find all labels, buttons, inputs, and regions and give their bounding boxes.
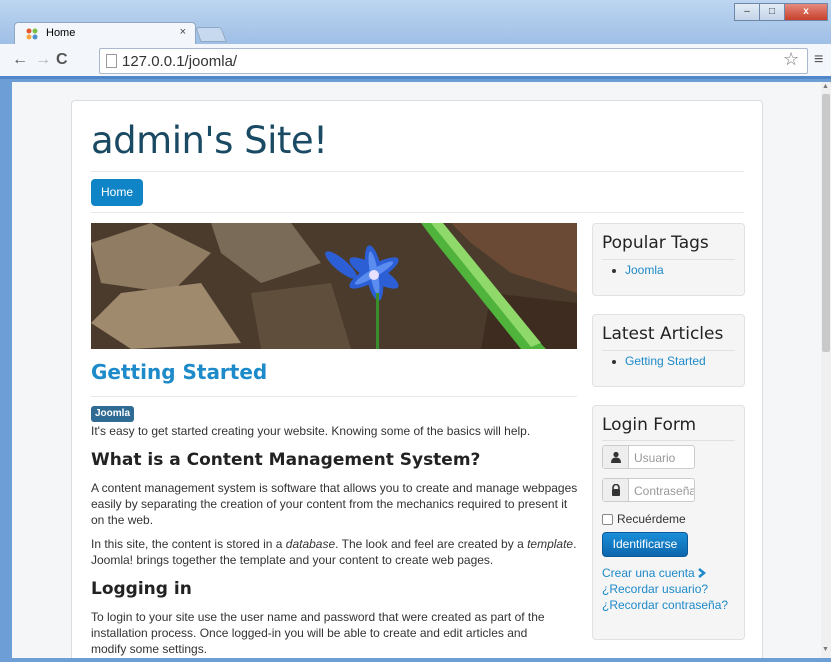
vertical-scrollbar[interactable]: ▲ ▼ [821,82,831,658]
remember-me-label[interactable]: Recuérdeme [617,512,686,526]
login-submit-button[interactable]: Identificarse [602,532,688,557]
nav-home-button[interactable]: Home [91,179,143,206]
paragraph-login: To login to your site use the user name … [91,610,545,656]
forgot-username-link[interactable]: ¿Recordar usuario? [602,582,708,596]
bookmark-star-icon[interactable]: ☆ [783,49,799,70]
article-intro: It's easy to get started creating your w… [91,424,531,438]
login-form-module: Login Form Usuario Contraseña Recuérdeme… [592,405,745,640]
browser-menu-icon[interactable]: ≡ [814,51,823,69]
username-field[interactable]: Usuario [602,445,695,469]
heading-logging-in: Logging in [91,579,192,599]
browser-tab[interactable]: Home × [14,22,196,44]
latest-article-link[interactable]: Getting Started [625,354,706,368]
list-bullet [612,360,616,364]
login-form-title: Login Form [602,415,697,435]
tag-badge[interactable]: Joomla [91,406,135,422]
create-account-link[interactable]: Crear una cuenta [602,566,707,580]
tab-title: Home [46,27,76,39]
latest-articles-module: Latest Articles Getting Started [592,314,745,387]
article-divider [91,396,577,397]
popular-tags-module: Popular Tags Joomla [592,223,745,296]
maximize-button[interactable]: □ [759,3,785,21]
username-placeholder: Usuario [634,451,676,465]
page-viewport: admin's Site! Home Getting Started Jooml… [12,82,821,658]
latest-articles-title: Latest Articles [602,324,724,344]
address-bar[interactable]: 127.0.0.1/joomla/ [99,48,808,74]
module-divider [602,440,735,441]
tab-close-icon[interactable]: × [180,26,186,38]
new-tab-button[interactable] [195,27,227,42]
password-field[interactable]: Contraseña [602,478,695,502]
minimize-button[interactable]: – [734,3,760,21]
scroll-up-arrow-icon[interactable]: ▲ [822,83,829,90]
popular-tags-title: Popular Tags [602,233,709,253]
list-bullet [612,269,616,273]
site-title[interactable]: admin's Site! [91,119,328,162]
lock-icon [603,479,629,501]
hero-image [91,223,577,349]
header-divider [91,171,744,172]
forgot-password-link[interactable]: ¿Recordar contraseña? [602,598,728,612]
browser-titlebar: Home × – □ x [0,0,831,44]
scrollbar-thumb[interactable] [822,94,830,352]
reload-icon[interactable]: C [56,52,68,68]
scroll-down-arrow-icon[interactable]: ▼ [822,646,829,653]
module-divider [602,259,735,260]
heading-cms: What is a Content Management System? [91,450,481,470]
window-controls: – □ x [734,3,828,21]
article-title[interactable]: Getting Started [91,360,267,384]
back-arrow-icon[interactable]: ← [12,52,28,68]
module-divider [602,350,735,351]
user-icon [603,446,629,468]
tag-link-joomla[interactable]: Joomla [625,263,664,277]
forward-arrow-icon[interactable]: → [35,52,51,68]
paragraph-database: In this site, the content is stored in a… [91,537,577,567]
browser-toolbar: ← → C 127.0.0.1/joomla/ ☆ ≡ [0,44,831,79]
remember-me-checkbox[interactable] [602,514,613,525]
nav-divider [91,212,744,213]
joomla-favicon-icon [26,28,38,40]
url-text: 127.0.0.1/joomla/ [122,53,238,70]
site-container: admin's Site! Home Getting Started Jooml… [71,100,763,658]
close-window-button[interactable]: x [784,3,828,21]
paragraph-cms: A content management system is software … [91,481,578,527]
chevron-right-icon [698,568,707,578]
page-icon [106,54,117,68]
password-placeholder: Contraseña [634,484,694,498]
